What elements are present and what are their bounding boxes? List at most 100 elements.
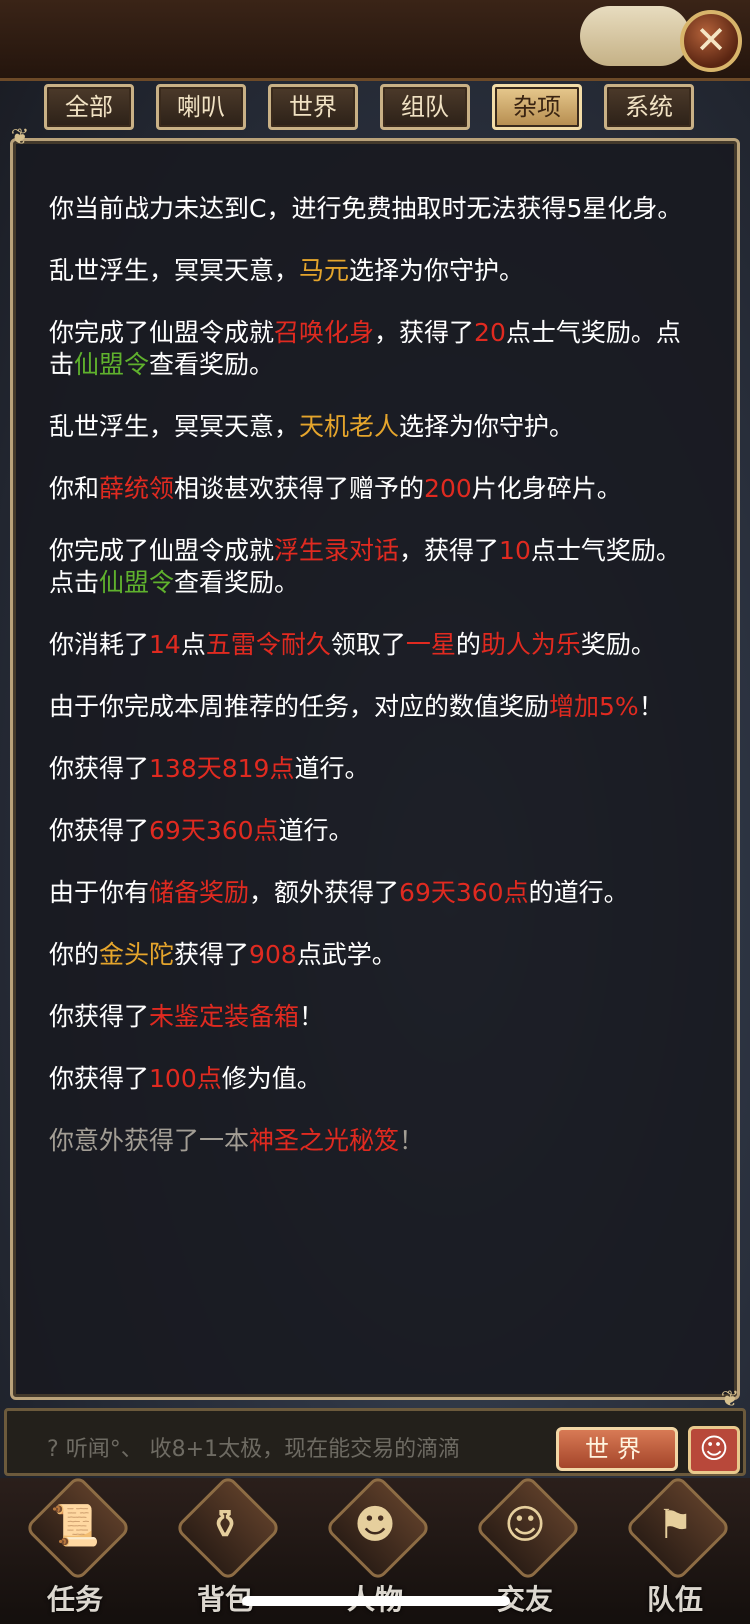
message-text: 你和 — [49, 474, 100, 503]
message-text: 你当前战力未达到C，进行免费抽取时无法获得5星化身。 — [49, 194, 683, 223]
message-text: 奖励。 — [580, 630, 656, 659]
cloud-ornament — [580, 6, 690, 66]
close-icon: ✕ — [695, 18, 727, 62]
message-highlight: 未鉴定装备箱 — [149, 1002, 300, 1031]
message-item: 乱世浮生，冥冥天意，天机老人选择为你守护。 — [49, 411, 704, 443]
message-item: 你获得了69天360点道行。 — [49, 815, 704, 847]
message-highlight: 200 — [424, 474, 472, 503]
message-text: 你获得了 — [49, 1064, 150, 1093]
message-text: ！ — [638, 692, 664, 721]
message-highlight: 天机老人 — [299, 412, 400, 441]
message-text: 你的 — [49, 940, 100, 969]
emoji-button[interactable]: ☺ — [688, 1426, 740, 1474]
message-highlight: 69天360点 — [149, 816, 279, 845]
message-text: 查看奖励。 — [174, 568, 300, 597]
message-text: 你意外获得了一本 — [49, 1126, 250, 1155]
message-highlight: 14 — [149, 630, 181, 659]
nav-label: 任务 — [46, 1583, 103, 1616]
message-item: 你消耗了14点五雷令耐久领取了一星的助人为乐奖励。 — [49, 629, 704, 661]
message-highlight: 金头陀 — [99, 940, 175, 969]
tab-system[interactable]: 系统 — [604, 84, 694, 130]
message-highlight: 五雷令耐久 — [205, 630, 331, 659]
message-highlight: 浮生录对话 — [274, 536, 400, 565]
tab-world[interactable]: 世界 — [268, 84, 358, 130]
message-item: 你完成了仙盟令成就召唤化身，获得了20点士气奖励。点击仙盟令查看奖励。 — [49, 317, 704, 381]
message-text: 你完成了仙盟令成就 — [49, 536, 275, 565]
message-text: 片化身碎片。 — [471, 474, 622, 503]
message-text: 由于你有 — [49, 878, 150, 907]
message-item: 你获得了138天819点道行。 — [49, 753, 704, 785]
corner-ornament-icon: ❦ — [10, 125, 30, 150]
channel-tabs: 全部 喇叭 世界 组队 杂项 系统 — [44, 84, 724, 134]
nav-item-team[interactable]: ⚑ 队伍 — [600, 1474, 750, 1624]
message-text: 你获得了 — [49, 754, 150, 783]
message-text: 你获得了 — [49, 816, 150, 845]
message-highlight: 138天819点 — [149, 754, 295, 783]
message-text: 你消耗了 — [49, 630, 150, 659]
message-item: 你当前战力未达到C，进行免费抽取时无法获得5星化身。 — [49, 193, 704, 225]
message-item: 你完成了仙盟令成就浮生录对话，获得了10点士气奖励。点击仙盟令查看奖励。 — [49, 535, 704, 599]
nav-label: 队伍 — [646, 1583, 703, 1616]
tab-misc[interactable]: 杂项 — [492, 84, 582, 130]
message-highlight: 增加5% — [549, 692, 639, 721]
message-panel[interactable]: ❦ ❦ 你当前战力未达到C，进行免费抽取时无法获得5星化身。 乱世浮生，冥冥天意，… — [10, 125, 740, 1412]
message-highlight: 20 — [474, 318, 506, 347]
message-text: ，获得了 — [374, 318, 475, 347]
nav-item-tasks[interactable]: 📜 任务 — [0, 1474, 150, 1624]
message-text: 领取了 — [330, 630, 406, 659]
message-text: 道行。 — [294, 754, 370, 783]
close-button[interactable]: ✕ — [680, 10, 742, 72]
message-text: 点武学。 — [296, 940, 397, 969]
message-item: 由于你有储备奖励，额外获得了69天360点的道行。 — [49, 877, 704, 909]
message-highlight: 一星 — [405, 630, 456, 659]
message-text: 乱世浮生，冥冥天意， — [49, 412, 300, 441]
chat-ticker: ? 听闻°、 收8+1太极，现在能交易的滴滴 — [47, 1431, 460, 1463]
tab-horn[interactable]: 喇叭 — [156, 84, 246, 130]
message-text: 乱世浮生，冥冥天意， — [49, 256, 300, 285]
message-text: 的道行。 — [528, 878, 629, 907]
message-highlight: 10 — [499, 536, 531, 565]
message-text: ！ — [299, 1002, 325, 1031]
message-highlight: 908 — [249, 940, 297, 969]
message-text: 相谈甚欢获得了赠予的 — [174, 474, 425, 503]
tab-team[interactable]: 组队 — [380, 84, 470, 130]
message-highlight: 马元 — [299, 256, 350, 285]
top-bar — [0, 0, 750, 81]
message-text: 你完成了仙盟令成就 — [49, 318, 275, 347]
message-text: 由于你完成本周推荐的任务，对应的数值奖励 — [49, 692, 550, 721]
message-item: 你获得了100点修为值。 — [49, 1063, 704, 1095]
message-item: 乱世浮生，冥冥天意，马元选择为你守护。 — [49, 255, 704, 287]
message-text: 修为值。 — [221, 1064, 322, 1093]
message-item: 你获得了未鉴定装备箱！ — [49, 1001, 704, 1033]
message-text: 选择为你守护。 — [349, 256, 525, 285]
message-highlight: 69天360点 — [399, 878, 529, 907]
message-text: 选择为你守护。 — [399, 412, 575, 441]
message-item: 你意外获得了一本神圣之光秘笈！ — [49, 1125, 704, 1157]
message-text: 的 — [455, 630, 481, 659]
message-text: ，额外获得了 — [249, 878, 400, 907]
message-text: 获得了 — [174, 940, 250, 969]
message-item: 由于你完成本周推荐的任务，对应的数值奖励增加5%！ — [49, 691, 704, 723]
message-text: 查看奖励。 — [149, 350, 275, 379]
message-highlight: 储备奖励 — [149, 878, 250, 907]
message-highlight: 召唤化身 — [274, 318, 375, 347]
message-text: ！ — [399, 1126, 425, 1155]
message-highlight[interactable]: 仙盟令 — [74, 350, 149, 379]
message-list: 你当前战力未达到C，进行免费抽取时无法获得5星化身。 乱世浮生，冥冥天意，马元选择… — [49, 193, 704, 1157]
message-highlight: 助人为乐 — [480, 630, 581, 659]
message-text: 道行。 — [278, 816, 354, 845]
message-highlight: 100点 — [149, 1064, 222, 1093]
message-highlight[interactable]: 仙盟令 — [99, 568, 174, 597]
message-text: ，获得了 — [399, 536, 500, 565]
message-text: 点 — [180, 630, 206, 659]
message-text: 你获得了 — [49, 1002, 150, 1031]
message-item: 你和薛统领相谈甚欢获得了赠予的200片化身碎片。 — [49, 473, 704, 505]
chat-ticker-text: 听闻°、 收8+1太极，现在能交易的滴滴 — [65, 1437, 461, 1462]
home-indicator — [242, 1596, 510, 1606]
world-channel-button[interactable]: 世界 — [556, 1427, 678, 1471]
message-item: 你的金头陀获得了908点武学。 — [49, 939, 704, 971]
message-highlight: 神圣之光秘笈 — [249, 1126, 400, 1155]
tab-all[interactable]: 全部 — [44, 84, 134, 130]
message-highlight: 薛统领 — [99, 474, 175, 503]
help-icon: ? — [47, 1437, 59, 1462]
